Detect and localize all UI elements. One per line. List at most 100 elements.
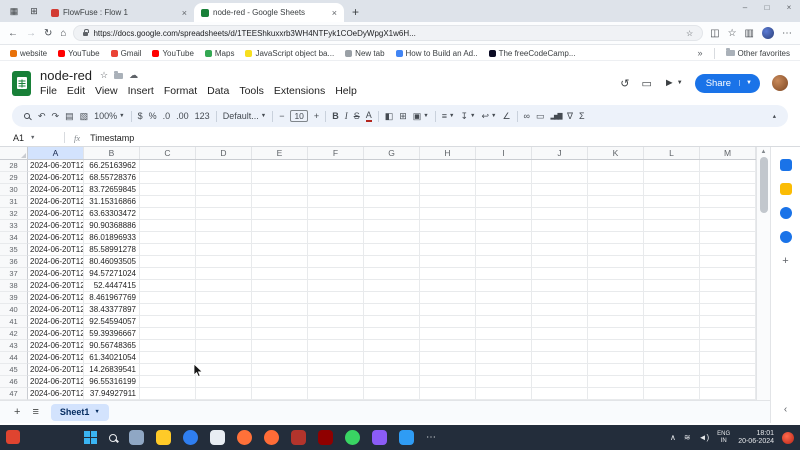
url-text[interactable]: https://docs.google.com/spreadsheets/d/1…	[93, 29, 681, 38]
cell-empty[interactable]	[588, 292, 644, 304]
collapse-toolbar-icon[interactable]: ▴	[773, 112, 776, 120]
cell-empty[interactable]	[140, 328, 196, 340]
menu-file[interactable]: File	[35, 84, 62, 98]
taskbar-vscode-icon[interactable]	[399, 430, 414, 445]
taskbar-corner-app-icon[interactable]	[6, 430, 20, 444]
cell-empty[interactable]	[140, 196, 196, 208]
cell-empty[interactable]	[644, 268, 700, 280]
cell-a30[interactable]: 2024-06-20T12:	[28, 184, 84, 196]
contacts-icon[interactable]	[780, 231, 792, 243]
cell-empty[interactable]	[140, 292, 196, 304]
cell-empty[interactable]	[532, 172, 588, 184]
column-header-j[interactable]: J	[532, 147, 588, 159]
cell-empty[interactable]	[644, 292, 700, 304]
more-bookmarks-icon[interactable]: »	[698, 48, 703, 58]
cell-empty[interactable]	[308, 196, 364, 208]
cell-empty[interactable]	[420, 196, 476, 208]
cell-a42[interactable]: 2024-06-20T12:	[28, 328, 84, 340]
row-header-36[interactable]: 36	[0, 256, 28, 268]
row-header-39[interactable]: 39	[0, 292, 28, 304]
network-icon[interactable]: ≋	[684, 433, 691, 442]
favorites-icon[interactable]: ☆	[728, 28, 737, 39]
cell-empty[interactable]	[700, 352, 756, 364]
language-indicator[interactable]: ENG IN	[717, 431, 730, 444]
all-sheets-icon[interactable]: ≡	[32, 406, 38, 418]
cell-empty[interactable]	[420, 172, 476, 184]
cell-a36[interactable]: 2024-06-20T12:	[28, 256, 84, 268]
cell-empty[interactable]	[196, 292, 252, 304]
cell-empty[interactable]	[308, 340, 364, 352]
cell-b47[interactable]: 37.94927911	[84, 388, 140, 400]
cell-empty[interactable]	[364, 388, 420, 400]
browser-tab-flowfuse[interactable]: FlowFuse : Flow 1 ×	[44, 3, 194, 22]
cell-empty[interactable]	[196, 208, 252, 220]
bookmark-item[interactable]: Maps	[205, 49, 235, 58]
cell-empty[interactable]	[588, 280, 644, 292]
bookmark-item[interactable]: How to Build an Ad..	[396, 49, 478, 58]
taskbar-task-view-icon[interactable]	[129, 430, 144, 445]
cell-empty[interactable]	[532, 364, 588, 376]
cell-b30[interactable]: 83.72659845	[84, 184, 140, 196]
cell-empty[interactable]	[476, 244, 532, 256]
cell-empty[interactable]	[308, 292, 364, 304]
cell-empty[interactable]	[700, 280, 756, 292]
cell-empty[interactable]	[364, 328, 420, 340]
cell-empty[interactable]	[700, 160, 756, 172]
row-header-44[interactable]: 44	[0, 352, 28, 364]
cell-a43[interactable]: 2024-06-20T12:	[28, 340, 84, 352]
cell-a32[interactable]: 2024-06-20T12:	[28, 208, 84, 220]
cell-empty[interactable]	[252, 376, 308, 388]
text-wrapping-icon[interactable]: ↩▼	[481, 111, 496, 122]
row-header-35[interactable]: 35	[0, 244, 28, 256]
cell-b36[interactable]: 80.46093505	[84, 256, 140, 268]
cell-empty[interactable]	[700, 196, 756, 208]
cell-empty[interactable]	[308, 232, 364, 244]
cell-empty[interactable]	[588, 316, 644, 328]
document-title[interactable]: node-red	[40, 68, 92, 83]
cell-empty[interactable]	[308, 172, 364, 184]
cell-empty[interactable]	[196, 160, 252, 172]
row-header-41[interactable]: 41	[0, 316, 28, 328]
cell-empty[interactable]	[532, 232, 588, 244]
cell-empty[interactable]	[364, 196, 420, 208]
cell-empty[interactable]	[532, 376, 588, 388]
cell-empty[interactable]	[588, 172, 644, 184]
cell-empty[interactable]	[700, 340, 756, 352]
more-formats-icon[interactable]: 123	[195, 111, 210, 121]
cell-empty[interactable]	[196, 280, 252, 292]
cell-empty[interactable]	[420, 376, 476, 388]
cell-empty[interactable]	[420, 256, 476, 268]
select-all-corner[interactable]	[0, 147, 28, 159]
cell-empty[interactable]	[476, 268, 532, 280]
cell-empty[interactable]	[364, 184, 420, 196]
browser-tab-sheets[interactable]: node-red - Google Sheets ×	[194, 3, 344, 22]
refresh-icon[interactable]: ↻	[44, 28, 52, 39]
bold-icon[interactable]: B	[332, 111, 339, 121]
cell-empty[interactable]	[420, 352, 476, 364]
cell-empty[interactable]	[532, 340, 588, 352]
cell-b28[interactable]: 66.25163962	[84, 160, 140, 172]
tab-actions-icon[interactable]: ⊞	[26, 3, 42, 19]
cell-empty[interactable]	[140, 256, 196, 268]
cell-empty[interactable]	[644, 364, 700, 376]
cell-a39[interactable]: 2024-06-20T12:	[28, 292, 84, 304]
increase-decimal-icon[interactable]: .00	[176, 111, 189, 121]
cell-empty[interactable]	[532, 352, 588, 364]
cell-empty[interactable]	[476, 160, 532, 172]
row-header-32[interactable]: 32	[0, 208, 28, 220]
cell-empty[interactable]	[700, 388, 756, 400]
redo-icon[interactable]: ↷	[52, 111, 60, 122]
cell-b44[interactable]: 61.34021054	[84, 352, 140, 364]
cell-empty[interactable]	[588, 352, 644, 364]
cell-empty[interactable]	[364, 208, 420, 220]
cell-empty[interactable]	[476, 292, 532, 304]
cell-a40[interactable]: 2024-06-20T12:	[28, 304, 84, 316]
taskbar-search-icon[interactable]	[109, 434, 117, 442]
cell-empty[interactable]	[700, 244, 756, 256]
cell-b34[interactable]: 86.01896933	[84, 232, 140, 244]
cell-empty[interactable]	[700, 232, 756, 244]
hidden-icons-icon[interactable]: ∧	[670, 433, 676, 442]
cell-empty[interactable]	[532, 292, 588, 304]
more-menu-icon[interactable]: ⋯	[782, 28, 792, 39]
address-bar[interactable]: https://docs.google.com/spreadsheets/d/1…	[73, 25, 703, 41]
